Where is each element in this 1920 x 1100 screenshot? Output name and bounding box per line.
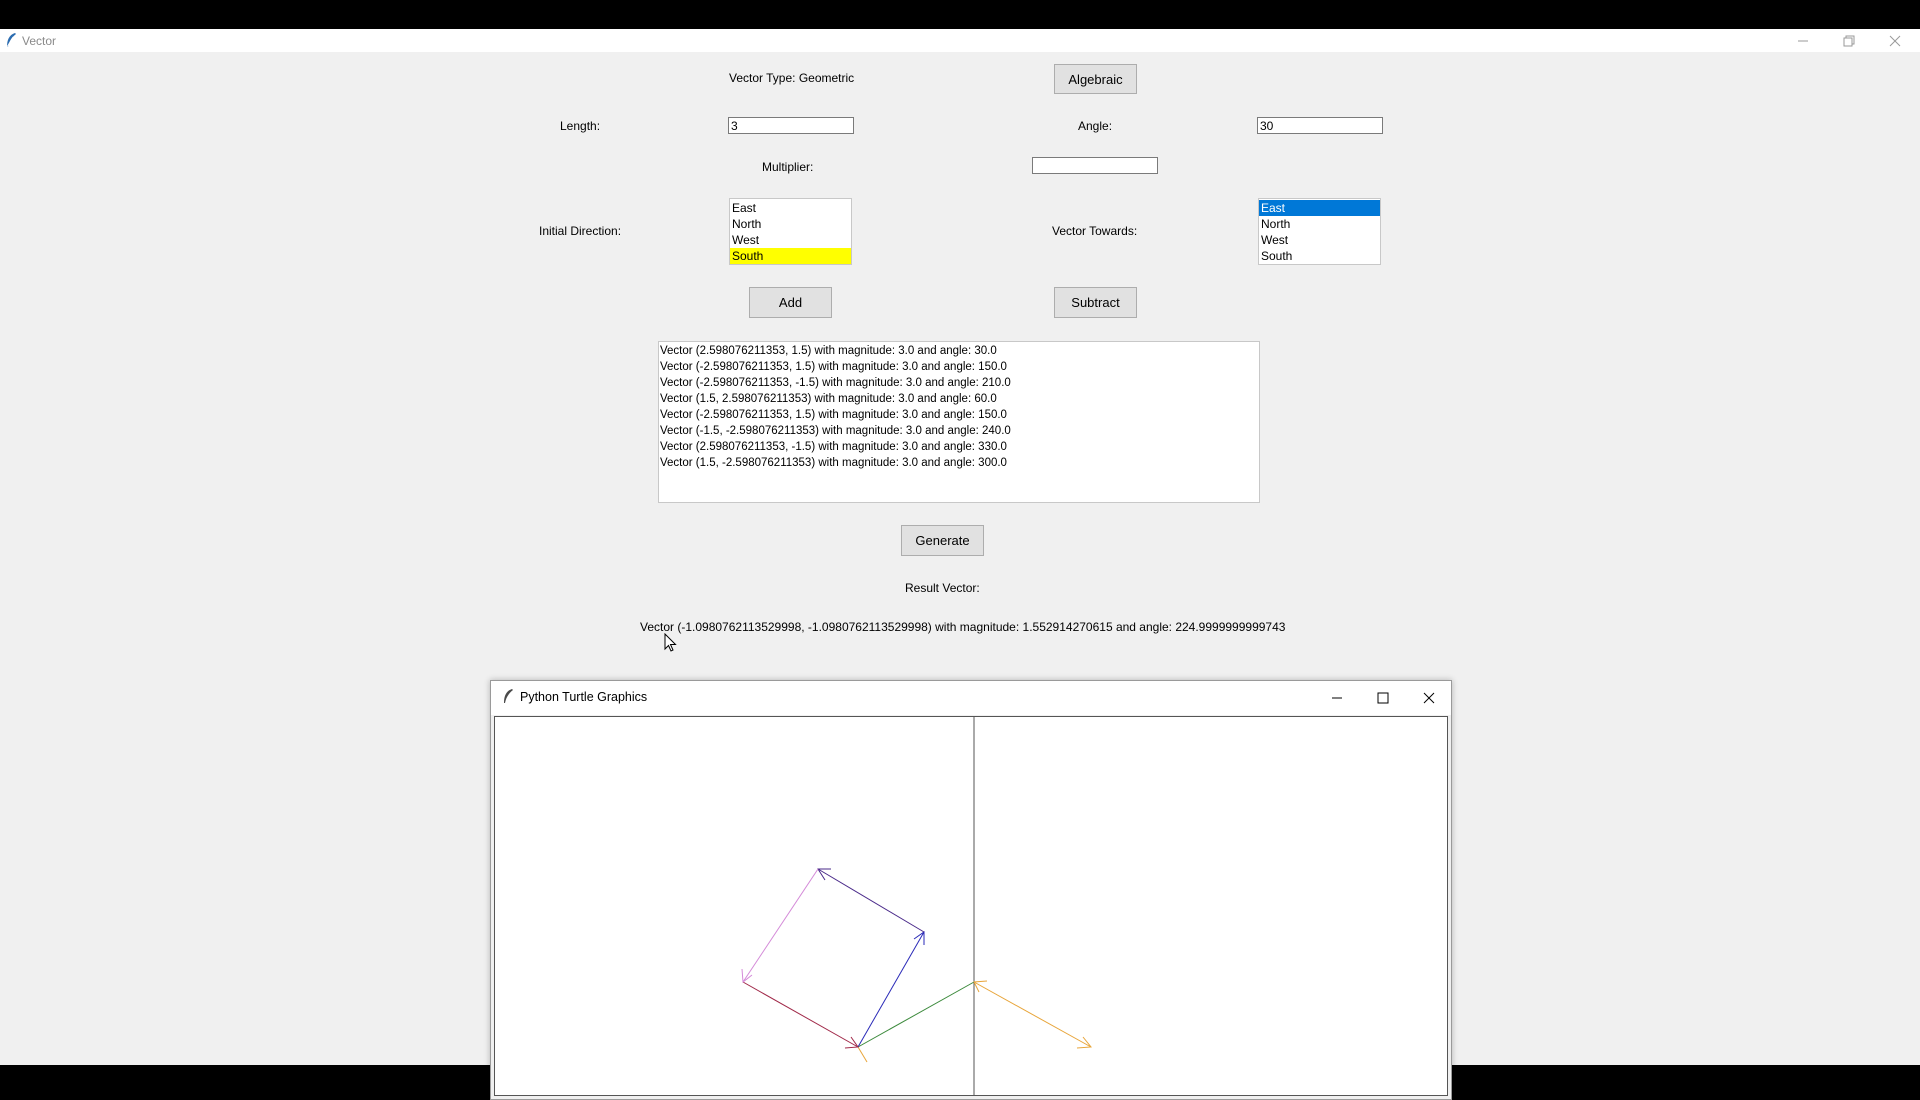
- vector-towards-option-south[interactable]: South: [1259, 248, 1380, 264]
- vector-arrow: [857, 1046, 868, 1063]
- vector-list-line: Vector (-2.598076211353, 1.5) with magni…: [660, 361, 1007, 373]
- result-value: Vector (-1.0980762113529998, -1.09807621…: [640, 620, 1286, 634]
- vector-towards-option-west[interactable]: West: [1259, 232, 1380, 248]
- close-button[interactable]: [1872, 29, 1918, 52]
- turtle-maximize-button[interactable]: [1360, 681, 1406, 715]
- close-icon: [1889, 35, 1901, 47]
- initial-direction-listbox[interactable]: East North West South: [729, 198, 852, 265]
- initial-direction-option-north[interactable]: North: [730, 216, 851, 232]
- subtract-button[interactable]: Subtract: [1054, 287, 1137, 318]
- vector-arrow: [857, 931, 925, 1048]
- vector-towards-option-north[interactable]: North: [1259, 216, 1380, 232]
- vector-arrow: [742, 868, 819, 983]
- turtle-drawing: [741, 717, 1092, 1095]
- turtle-canvas[interactable]: [494, 716, 1448, 1096]
- vector-towards-listbox[interactable]: East North West South: [1258, 198, 1381, 265]
- multiplier-input[interactable]: [1032, 157, 1158, 174]
- vector-list-line: Vector (2.598076211353, 1.5) with magnit…: [660, 345, 997, 357]
- turtle-title-bar[interactable]: Python Turtle Graphics: [491, 681, 1451, 715]
- vector-list-line: Vector (1.5, 2.598076211353) with magnit…: [660, 393, 997, 405]
- turtle-close-button[interactable]: [1406, 681, 1452, 715]
- vector-list-line: Vector (-2.598076211353, 1.5) with magni…: [660, 409, 1007, 421]
- turtle-graphics-window: Python Turtle Graphics: [490, 680, 1452, 1100]
- minimize-button[interactable]: [1780, 29, 1826, 52]
- minimize-icon: [1332, 697, 1342, 699]
- add-button[interactable]: Add: [749, 287, 832, 318]
- vector-list-line: Vector (-2.598076211353, -1.5) with magn…: [660, 377, 1011, 389]
- generate-button[interactable]: Generate: [901, 525, 984, 556]
- vector-arrow: [973, 981, 1092, 1049]
- result-label: Result Vector:: [905, 581, 980, 595]
- vector-arrow: [817, 868, 925, 933]
- maximize-icon: [1377, 692, 1389, 704]
- vector-towards-option-east[interactable]: East: [1259, 200, 1380, 216]
- close-icon: [1423, 692, 1435, 704]
- angle-input[interactable]: [1257, 117, 1383, 134]
- vector-type-label: Vector Type: Geometric: [729, 71, 855, 85]
- vector-towards-label: Vector Towards:: [1052, 224, 1138, 238]
- initial-direction-option-west[interactable]: West: [730, 232, 851, 248]
- minimize-icon: [1798, 40, 1808, 42]
- initial-direction-option-south[interactable]: South: [730, 248, 851, 264]
- title-bar[interactable]: Vector: [0, 29, 1920, 52]
- initial-direction-option-east[interactable]: East: [730, 200, 851, 216]
- vector-list-line: Vector (1.5, -2.598076211353) with magni…: [660, 457, 1007, 469]
- window-title: Vector: [22, 34, 57, 48]
- restore-button[interactable]: [1826, 29, 1872, 52]
- algebraic-toggle-button[interactable]: Algebraic: [1054, 64, 1137, 94]
- length-input[interactable]: [728, 117, 854, 134]
- vector-list-line: Vector (-1.5, -2.598076211353) with magn…: [660, 425, 1011, 437]
- angle-label: Angle:: [1078, 119, 1113, 133]
- vector-list-line: Vector (2.598076211353, -1.5) with magni…: [660, 441, 1007, 453]
- turtle-minimize-button[interactable]: [1314, 681, 1360, 715]
- multiplier-label: Multiplier:: [762, 160, 814, 174]
- turtle-window-title: Python Turtle Graphics: [520, 690, 648, 704]
- feather-icon: [6, 33, 16, 48]
- initial-direction-label: Initial Direction:: [539, 224, 622, 238]
- feather-icon: [504, 689, 513, 703]
- vector-arrow: [857, 981, 975, 1048]
- mouse-cursor-icon: [664, 633, 677, 652]
- length-label: Length:: [560, 119, 601, 133]
- restore-icon: [1843, 35, 1855, 47]
- vector-list-text[interactable]: Vector (2.598076211353, 1.5) with magnit…: [658, 341, 1260, 503]
- vector-arrow: [742, 981, 859, 1049]
